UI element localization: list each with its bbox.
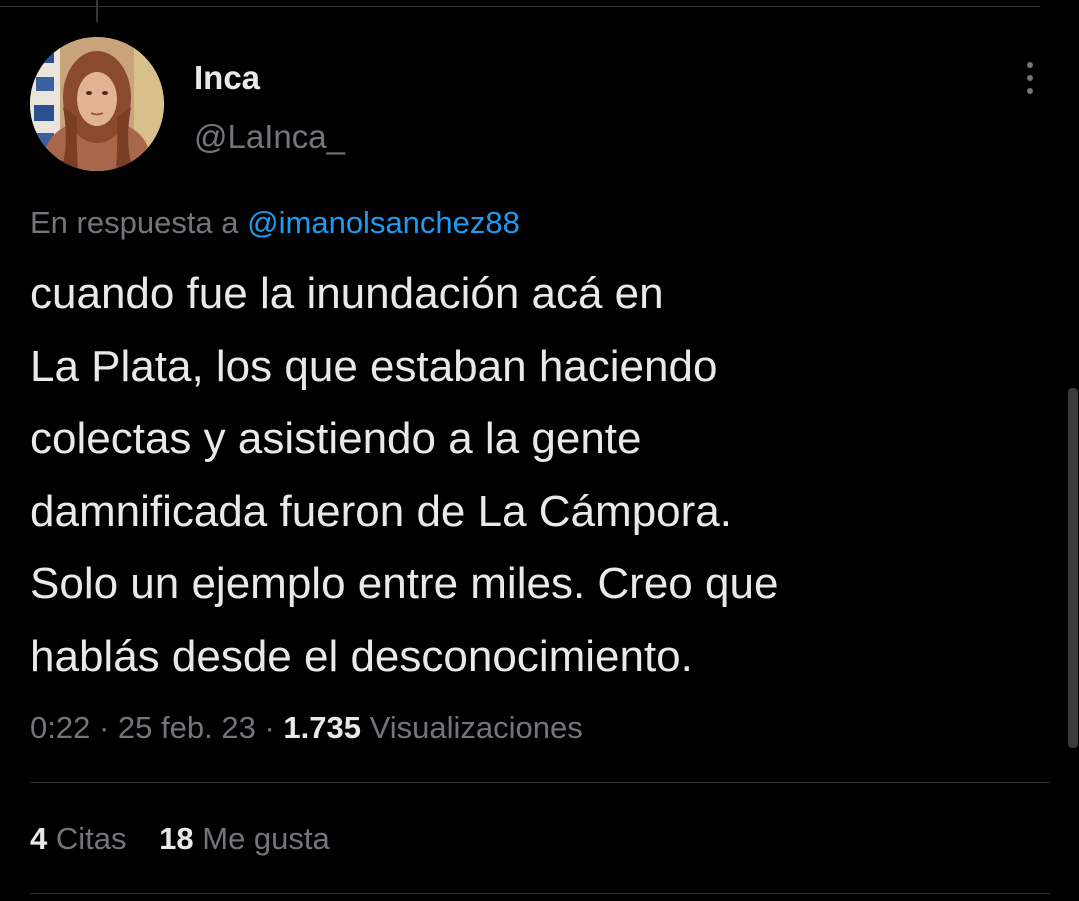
avatar[interactable] <box>30 37 164 171</box>
thread-connector-line <box>96 0 98 22</box>
quotes-label: Citas <box>55 821 127 856</box>
tweet-text-line: damnificada fueron de La Cámpora. <box>30 486 732 536</box>
tweet-text-line: hablás desde el desconocimiento. <box>30 631 693 681</box>
meta-divider <box>30 782 1050 783</box>
reply-mention-link[interactable]: @imanolsanchez88 <box>247 205 520 240</box>
views-count: 1.735 <box>283 710 361 745</box>
tweet-text-line: La Plata, los que estaban haciendo <box>30 341 718 391</box>
likes-label: Me gusta <box>202 821 330 856</box>
tweet-text: cuando fue la inundación acá en La Plata… <box>30 258 1030 693</box>
views-label: Visualizaciones <box>369 710 583 745</box>
quotes-stat[interactable]: 4 Citas <box>30 821 127 856</box>
tweet-text-line: Solo un ejemplo entre miles. Creo que <box>30 559 779 608</box>
reply-context: En respuesta a @imanolsanchez88 <box>30 201 520 245</box>
author-handle[interactable]: @LaInca_ <box>194 117 345 157</box>
tweet-text-line: cuando fue la inundación acá en <box>30 269 664 318</box>
avatar-image <box>30 37 164 171</box>
tweet-meta: 0:22 · 25 feb. 23 · 1.735 Visualizacione… <box>30 706 583 750</box>
more-vertical-icon <box>1027 62 1033 94</box>
likes-count: 18 <box>159 821 194 856</box>
more-options-button[interactable] <box>1012 56 1048 100</box>
author-display-name[interactable]: Inca <box>194 58 260 98</box>
reply-prefix: En respuesta a <box>30 205 239 240</box>
quotes-count: 4 <box>30 821 48 856</box>
meta-separator: · <box>264 710 275 745</box>
tweet-time[interactable]: 0:22 <box>30 710 90 745</box>
tweet-text-line: colectas y asistiendo a la gente <box>30 414 642 463</box>
top-divider <box>0 0 1040 7</box>
tweet-stats: 4 Citas 18 Me gusta <box>30 817 354 861</box>
scrollbar-thumb[interactable] <box>1068 388 1078 748</box>
likes-stat[interactable]: 18 Me gusta <box>159 821 330 856</box>
stats-divider <box>30 893 1050 894</box>
meta-separator: · <box>98 710 110 745</box>
tweet-date[interactable]: 25 feb. 23 <box>118 710 256 745</box>
